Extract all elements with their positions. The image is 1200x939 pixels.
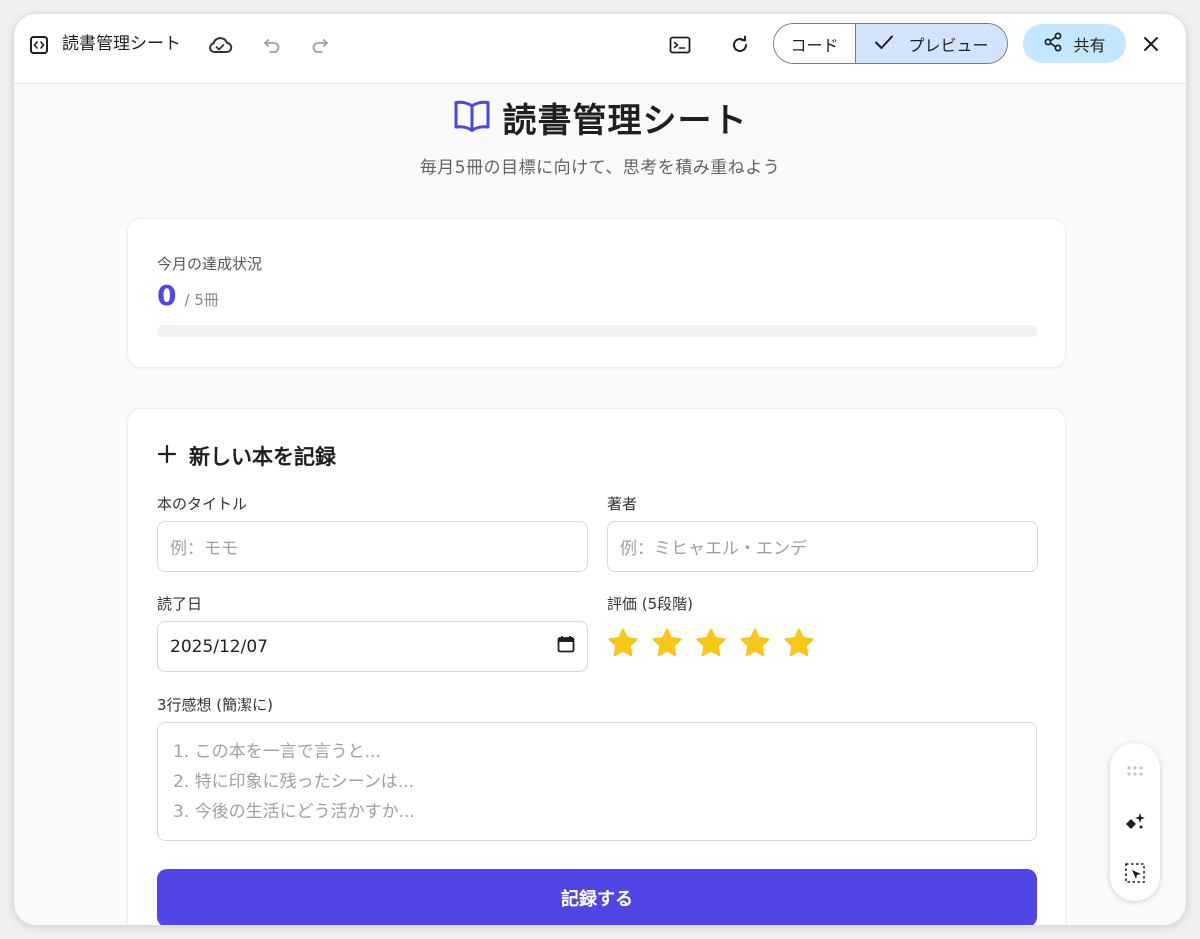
rating-label: 評価 (5段階): [607, 595, 694, 613]
author-placeholder: 例：ミヒャエル・エンデ: [620, 539, 807, 559]
new-book-form: 新しい本を記録 本のタイトル 例：モモ 著者 例：ミヒャエル・エンデ 読了日 2…: [127, 408, 1066, 925]
impression-textarea[interactable]: 1. この本を一言で言うと... 2. 特に印象に残ったシーンは... 3. 今…: [157, 722, 1037, 841]
undo-icon[interactable]: [258, 31, 286, 59]
date-input[interactable]: 2025/12/07: [157, 621, 588, 672]
star-icon[interactable]: [739, 627, 771, 659]
star-icon[interactable]: [783, 627, 815, 659]
author-label: 著者: [607, 495, 638, 513]
page-heading: 読書管理シート: [14, 93, 1186, 142]
drag-handle-icon[interactable]: [1121, 757, 1149, 785]
redo-icon[interactable]: [306, 31, 334, 59]
book-title-placeholder: 例：モモ: [170, 539, 238, 559]
progress-count: 0 / 5冊: [157, 279, 219, 312]
form-title: 新しい本を記録: [189, 445, 336, 469]
calendar-icon[interactable]: [557, 635, 575, 658]
submit-record-button[interactable]: 記録する: [157, 869, 1037, 925]
rating-stars: [607, 627, 815, 659]
refresh-icon[interactable]: [726, 31, 754, 59]
cloud-icon[interactable]: [206, 31, 234, 59]
plus-icon: [157, 444, 177, 468]
star-icon[interactable]: [607, 627, 639, 659]
impression-placeholder-line: 1. この本を一言で言うと...: [173, 742, 381, 762]
app-window: 読書管理シート コード プレビュー 共有 読書管理シート 毎月5冊の目標に向けて…: [14, 14, 1186, 925]
progress-bar: [157, 325, 1037, 337]
open-book-icon: [453, 99, 491, 137]
book-title-label: 本のタイトル: [157, 495, 248, 513]
progress-card: 今月の達成状況 0 / 5冊: [127, 218, 1066, 368]
share-icon: [1043, 32, 1063, 56]
progress-goal: / 5冊: [184, 291, 219, 309]
form-heading: 新しい本を記録: [157, 441, 336, 471]
share-label: 共有: [1073, 35, 1106, 55]
toggle-preview-label: プレビュー: [908, 35, 989, 55]
check-icon: [874, 34, 894, 54]
ai-sparkle-icon[interactable]: [1121, 809, 1149, 837]
impression-label: 3行感想 (簡潔に): [157, 696, 274, 714]
page-title: 読書管理シート: [502, 101, 748, 141]
code-file-icon: [28, 34, 50, 56]
toggle-preview-button[interactable]: プレビュー: [856, 24, 1007, 63]
app-title: 読書管理シート: [62, 34, 181, 54]
author-input[interactable]: 例：ミヒャエル・エンデ: [607, 521, 1038, 572]
toggle-code-button[interactable]: コード: [774, 24, 856, 63]
top-bar: 読書管理シート コード プレビュー 共有: [14, 14, 1186, 84]
preview-area: 読書管理シート 毎月5冊の目標に向けて、思考を積み重ねよう 今月の達成状況 0 …: [14, 85, 1186, 925]
date-label: 読了日: [157, 595, 203, 613]
impression-placeholder-line: 2. 特に印象に残ったシーンは...: [173, 772, 414, 792]
impression-placeholder-line: 3. 今後の生活にどう活かすか...: [173, 802, 415, 822]
close-icon[interactable]: [1138, 31, 1164, 57]
terminal-icon[interactable]: [666, 31, 694, 59]
floating-tool-panel: [1110, 743, 1160, 901]
select-element-icon[interactable]: [1121, 859, 1149, 887]
star-icon[interactable]: [651, 627, 683, 659]
star-icon[interactable]: [695, 627, 727, 659]
progress-done: 0: [157, 279, 177, 312]
share-button[interactable]: 共有: [1023, 24, 1126, 63]
progress-label: 今月の達成状況: [157, 255, 263, 273]
book-title-input[interactable]: 例：モモ: [157, 521, 588, 572]
view-toggle: コード プレビュー: [773, 23, 1008, 64]
page-subtitle: 毎月5冊の目標に向けて、思考を積み重ねよう: [419, 158, 781, 178]
date-value: 2025/12/07: [170, 636, 268, 657]
